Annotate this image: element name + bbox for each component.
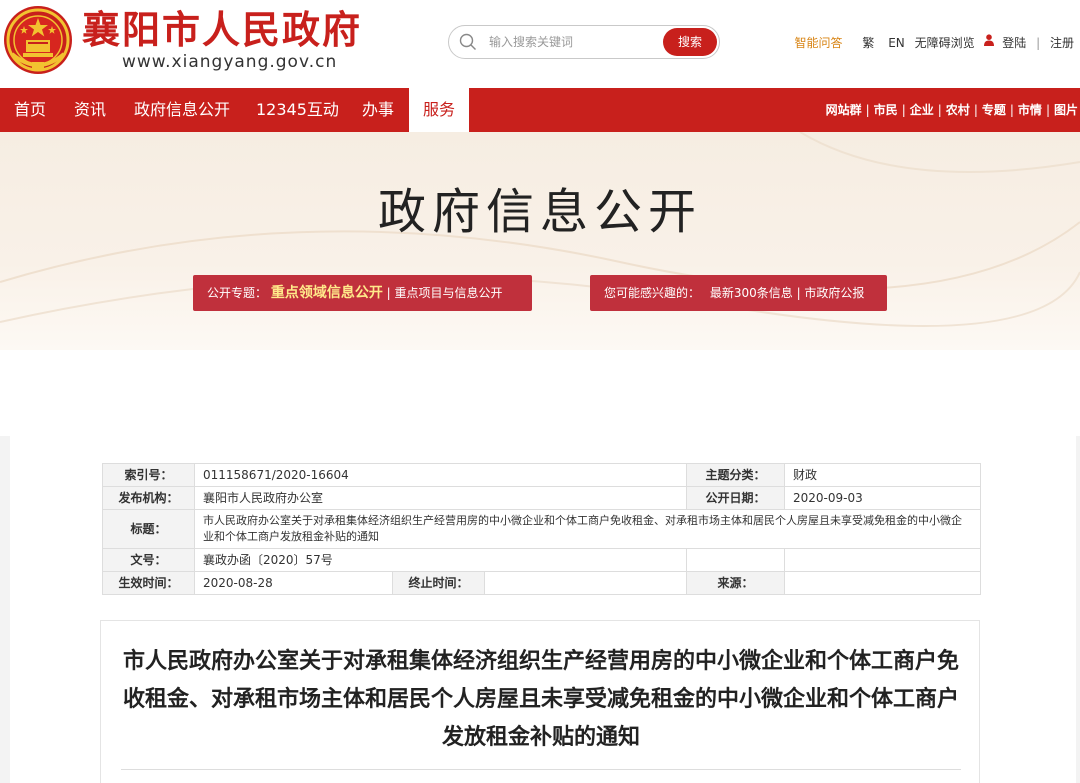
meta-label: 终止时间： bbox=[392, 571, 485, 595]
nav-link-citizen[interactable]: 市民 bbox=[874, 103, 898, 117]
open-topics-pill[interactable]: 公开专题： 重点领域信息公开 | 重点项目与信息公开 bbox=[193, 275, 532, 311]
open-topics-rest[interactable]: | 重点项目与信息公开 bbox=[387, 286, 503, 300]
meta-label: 文号： bbox=[102, 548, 195, 572]
table-row: 发布机构： 襄阳市人民政府办公室 公开日期： 2020-09-03 bbox=[102, 486, 982, 510]
meta-value bbox=[483, 571, 688, 595]
meta-label: 标题： bbox=[102, 509, 195, 549]
nav-link-pictures[interactable]: 图片 bbox=[1054, 103, 1078, 117]
main-nav: 首页 资讯 政府信息公开 12345互动 办事 服务 网站群 | 市民 | 企业 | 农村 |… bbox=[0, 88, 1080, 132]
interest-links[interactable]: 最新300条信息 | 市政府公报 bbox=[710, 286, 865, 300]
search-input[interactable] bbox=[489, 32, 659, 52]
nav-item-12345[interactable]: 12345互动 bbox=[256, 88, 339, 132]
table-row: 生效时间： 2020-08-28 终止时间： 来源： bbox=[102, 571, 982, 595]
meta-empty bbox=[784, 548, 982, 572]
site-url: www.xiangyang.gov.cn bbox=[122, 52, 338, 72]
site-name[interactable]: 襄阳市人民政府 bbox=[82, 8, 362, 52]
meta-label: 生效时间： bbox=[102, 571, 195, 595]
nav-item-service[interactable]: 服务 bbox=[409, 88, 469, 132]
nav-right-links: 网站群 | 市民 | 企业 | 农村 | 专题 | 市情 | 图片 bbox=[825, 103, 1078, 117]
table-row: 文号： 襄政办函〔2020〕57号 bbox=[102, 548, 982, 572]
nav-item-news[interactable]: 资讯 bbox=[74, 88, 106, 132]
meta-value: 011158671/2020-16604 bbox=[193, 463, 688, 487]
link-separator: | bbox=[1036, 35, 1041, 50]
meta-value bbox=[784, 571, 982, 595]
nav-item-gov-info[interactable]: 政府信息公开 bbox=[134, 88, 230, 132]
table-row: 索引号： 011158671/2020-16604 主题分类： 财政 bbox=[102, 463, 982, 487]
national-emblem-icon[interactable] bbox=[2, 4, 74, 76]
meta-label: 发布机构： bbox=[102, 486, 195, 510]
nav-link-rural[interactable]: 农村 bbox=[946, 103, 970, 117]
nav-item-home[interactable]: 首页 bbox=[14, 88, 46, 132]
meta-empty bbox=[686, 548, 786, 572]
table-row: 标题： 市人民政府办公室关于对承租集体经济组织生产经营用房的中小微企业和个体工商… bbox=[102, 509, 982, 549]
meta-value: 襄阳市人民政府办公室 bbox=[193, 486, 688, 510]
open-topics-prefix: 公开专题： bbox=[207, 286, 268, 300]
meta-value: 财政 bbox=[784, 463, 982, 487]
interest-prefix: 您可能感兴趣的： bbox=[604, 286, 701, 300]
top-links: 智能问答 繁 EN 无障碍浏览 登陆 | 注册 bbox=[795, 34, 1074, 51]
smart-qa-link[interactable]: 智能问答 bbox=[795, 35, 843, 51]
article-panel: 市人民政府办公室关于对承租集体经济组织生产经营用房的中小微企业和个体工商户免收租… bbox=[100, 620, 980, 783]
nav-link-enterprise[interactable]: 企业 bbox=[910, 103, 934, 117]
banner: 政府信息公开 公开专题： 重点领域信息公开 | 重点项目与信息公开 您可能感兴趣… bbox=[0, 132, 1080, 350]
interest-pill[interactable]: 您可能感兴趣的： 最新300条信息 | 市政府公报 bbox=[590, 275, 887, 311]
nav-item-services-office[interactable]: 办事 bbox=[362, 88, 394, 132]
user-icon bbox=[984, 34, 995, 46]
nav-link-site-group[interactable]: 网站群 bbox=[826, 103, 862, 117]
meta-label: 索引号： bbox=[102, 463, 195, 487]
meta-value: 市人民政府办公室关于对承租集体经济组织生产经营用房的中小微企业和个体工商户免收租… bbox=[193, 509, 982, 549]
divider bbox=[121, 769, 961, 770]
meta-label: 主题分类： bbox=[686, 463, 786, 487]
meta-label: 来源： bbox=[686, 571, 786, 595]
nav-link-topics[interactable]: 专题 bbox=[982, 103, 1006, 117]
meta-value: 2020-08-28 bbox=[194, 571, 393, 595]
article-title: 市人民政府办公室关于对承租集体经济组织生产经营用房的中小微企业和个体工商户免收租… bbox=[122, 649, 959, 750]
document-meta-table: 索引号： 011158671/2020-16604 主题分类： 财政 发布机构：… bbox=[102, 463, 982, 595]
traditional-chinese-link[interactable]: 繁 bbox=[862, 35, 874, 51]
site-header: 襄阳市人民政府 www.xiangyang.gov.cn 搜索 智能问答 繁 E… bbox=[0, 0, 1080, 88]
nav-link-city-info[interactable]: 市情 bbox=[1018, 103, 1042, 117]
page-title: 政府信息公开 bbox=[377, 184, 702, 240]
search-icon bbox=[459, 33, 476, 50]
meta-value: 襄政办函〔2020〕57号 bbox=[193, 548, 688, 572]
login-link[interactable]: 登陆 bbox=[1002, 35, 1026, 51]
open-topics-highlight[interactable]: 重点领域信息公开 bbox=[271, 285, 383, 301]
register-link[interactable]: 注册 bbox=[1050, 35, 1074, 51]
accessibility-link[interactable]: 无障碍浏览 bbox=[915, 35, 975, 51]
meta-label: 公开日期： bbox=[686, 486, 786, 510]
meta-value: 2020-09-03 bbox=[784, 486, 982, 510]
english-link[interactable]: EN bbox=[888, 35, 905, 51]
search-button[interactable]: 搜索 bbox=[663, 28, 717, 56]
search-box: 搜索 bbox=[448, 25, 720, 59]
